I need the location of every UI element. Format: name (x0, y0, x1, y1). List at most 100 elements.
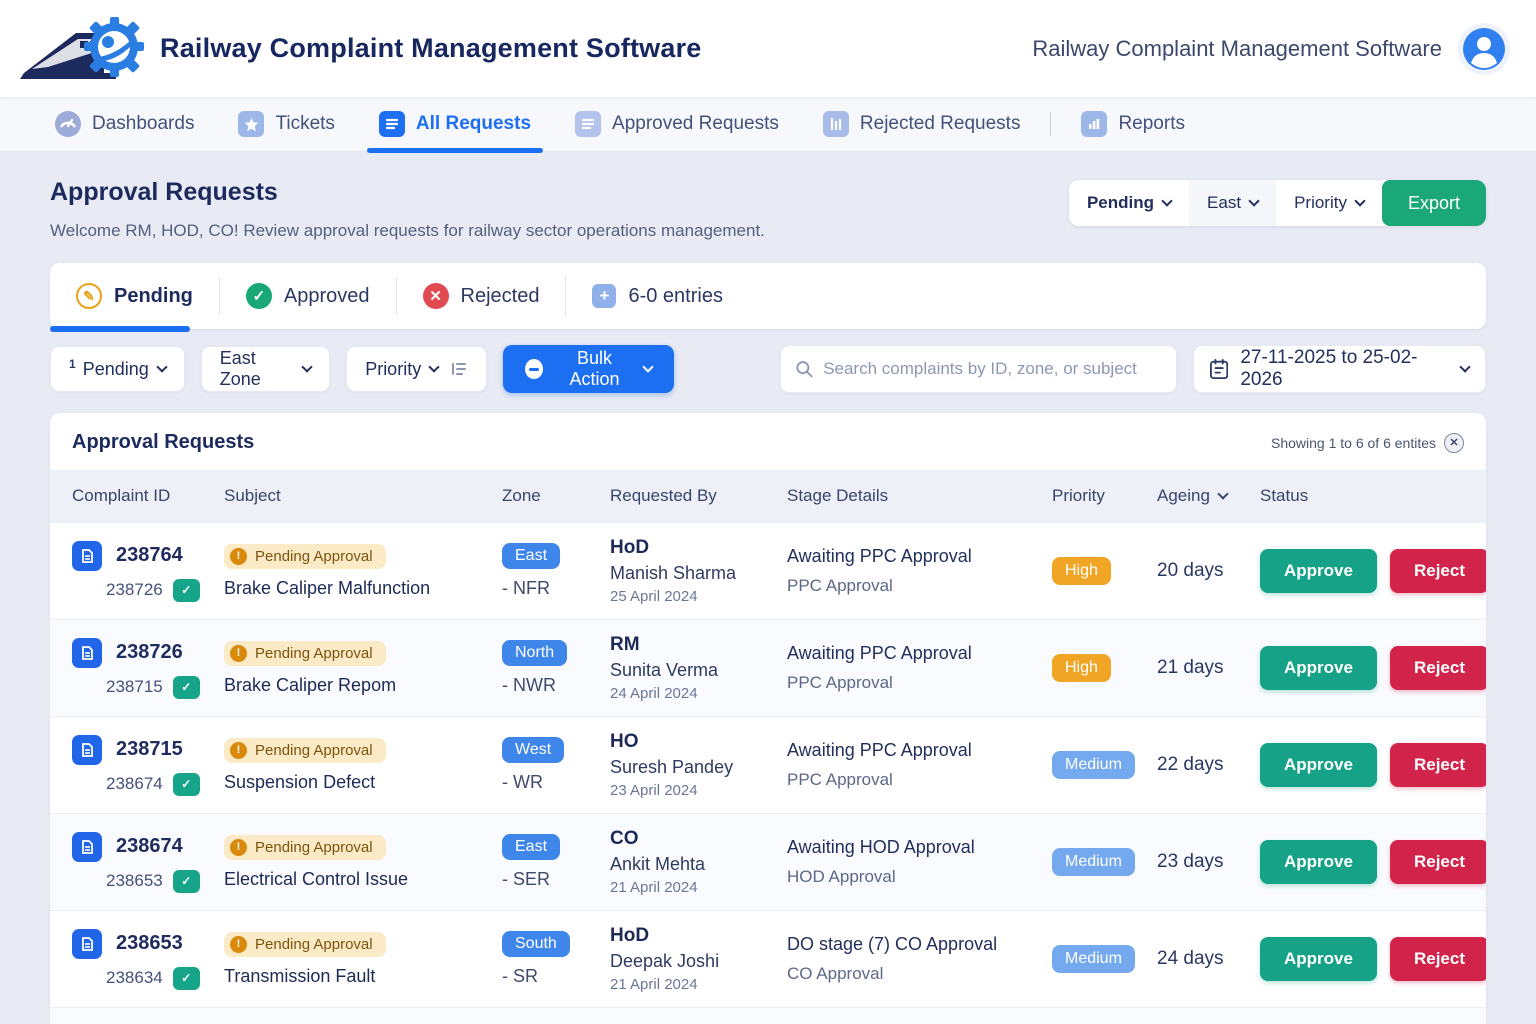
nav-item-approved-requests[interactable]: Approved Requests (575, 97, 779, 151)
table-row: 238653 238634 ✓ ! Pending Approval Trans… (50, 910, 1486, 1007)
chevron-down-icon (156, 361, 167, 372)
double-check-icon: ✓ (173, 967, 200, 990)
document-icon (72, 735, 102, 765)
chevron-down-icon (1459, 361, 1470, 372)
stage-details-cell: Awaiting PPC Approval PPC Approval (787, 643, 1052, 693)
nav-item-dashboards[interactable]: Dashboards (55, 97, 194, 151)
requester-role: HoD (610, 925, 787, 947)
zone-badge: East (502, 834, 560, 860)
requester-name: Ankit Mehta (610, 854, 787, 875)
tab-label: Pending (114, 285, 193, 308)
nav-item-tickets[interactable]: Tickets (238, 97, 334, 151)
requested-by-cell: CO Ankit Mehta 21 April 2024 (610, 828, 787, 896)
subject-cell: ! Pending Approval Brake Caliper Malfunc… (224, 544, 502, 599)
quick-filter-zone[interactable]: East (1189, 180, 1276, 226)
tab-divider (219, 277, 220, 315)
pending-approval-badge: ! Pending Approval (224, 641, 386, 666)
badge-label: Pending Approval (255, 645, 373, 662)
approve-button[interactable]: Approve (1260, 646, 1377, 690)
nav-item-all-requests[interactable]: All Requests (379, 97, 531, 151)
tab-rejected[interactable]: ✕ Rejected (423, 283, 540, 309)
approve-button[interactable]: Approve (1260, 549, 1377, 593)
double-check-icon: ✓ (173, 676, 200, 699)
approve-button[interactable]: Approve (1260, 937, 1377, 981)
reject-button[interactable]: Reject (1390, 937, 1486, 981)
tab-label: Rejected (461, 285, 540, 308)
stage-details-cell: DO stage (7) CO Approval CO Approval (787, 934, 1052, 984)
status-cell: Approve Reject (1260, 840, 1486, 884)
quick-filter-status[interactable]: Pending (1069, 180, 1189, 226)
reject-button[interactable]: Reject (1390, 549, 1486, 593)
entries-label: 6-0 entries (628, 285, 723, 308)
approval-requests-table: Approval Requests Showing 1 to 6 of 6 en… (50, 413, 1486, 1024)
approve-button[interactable]: Approve (1260, 743, 1377, 787)
complaint-id[interactable]: 238653 (116, 932, 183, 955)
stage-text: Awaiting PPC Approval (787, 546, 1052, 567)
document-icon (72, 638, 102, 668)
pending-approval-badge: ! Pending Approval (224, 738, 386, 763)
stage-subtext: HOD Approval (787, 867, 1052, 887)
requester-role: HoD (610, 537, 787, 559)
tab-pending[interactable]: ✎ Pending (76, 283, 193, 309)
priority-badge: Medium (1052, 751, 1135, 779)
page-subtitle: Welcome RM, HOD, CO! Review approval req… (50, 221, 765, 241)
double-check-icon: ✓ (173, 773, 200, 796)
tab-approved[interactable]: ✓ Approved (246, 283, 370, 309)
ageing-value: 24 days (1157, 948, 1260, 970)
subject-cell: ! Pending Approval Electrical Control Is… (224, 835, 502, 890)
complaint-id[interactable]: 238726 (116, 641, 183, 664)
col-subject: Subject (224, 486, 502, 506)
stage-subtext: CO Approval (787, 964, 1052, 984)
subject-cell: ! Pending Approval Suspension Defect (224, 738, 502, 793)
requester-role: CO (610, 828, 787, 850)
reject-button[interactable]: Reject (1390, 840, 1486, 884)
warning-icon: ! (230, 839, 247, 856)
close-icon[interactable]: ✕ (1444, 433, 1464, 453)
stage-text: Awaiting PPC Approval (787, 643, 1052, 664)
linked-complaint-id[interactable]: 238634 (106, 968, 163, 988)
col-ageing[interactable]: Ageing (1157, 486, 1260, 506)
complaint-id[interactable]: 238674 (116, 835, 183, 858)
pencil-circle-icon: ✎ (76, 283, 102, 309)
complaint-id[interactable]: 238715 (116, 738, 183, 761)
linked-complaint-id[interactable]: 238726 (106, 580, 163, 600)
priority-badge: High (1052, 654, 1111, 682)
reject-button[interactable]: Reject (1390, 743, 1486, 787)
linked-complaint-id[interactable]: 238715 (106, 677, 163, 697)
zone-badge: South (502, 931, 570, 957)
priority-filter-dropdown[interactable]: Priority (346, 346, 487, 392)
table-row: 238726 238715 ✓ ! Pending Approval Brake… (50, 619, 1486, 716)
requested-by-cell: HO Suresh Pandey 23 April 2024 (610, 731, 787, 799)
col-requested-by: Requested By (610, 486, 787, 506)
export-button[interactable]: Export (1382, 180, 1486, 226)
zone-filter-dropdown[interactable]: East Zone (201, 346, 330, 392)
bulk-action-button[interactable]: Bulk Action (503, 345, 674, 393)
quick-filter-priority[interactable]: Priority (1276, 180, 1382, 226)
subject-text: Transmission Fault (224, 966, 502, 987)
filter-toolbar: 1 Pending East Zone Priority Bulk Action (50, 345, 1486, 393)
chevron-down-icon (429, 361, 440, 372)
zone-code: - NWR (502, 675, 610, 696)
linked-complaint-id[interactable]: 238653 (106, 871, 163, 891)
reject-button[interactable]: Reject (1390, 646, 1486, 690)
nav-item-rejected-requests[interactable]: Rejected Requests (823, 97, 1021, 151)
complaint-id[interactable]: 238764 (116, 544, 183, 567)
status-filter-dropdown[interactable]: 1 Pending (50, 346, 185, 392)
account-label: Railway Complaint Management Software (1032, 36, 1442, 62)
zone-code: - WR (502, 772, 610, 793)
priority-badge: Medium (1052, 945, 1135, 973)
date-range-picker[interactable]: 27-11-2025 to 25-02-2026 (1193, 345, 1486, 393)
approve-button[interactable]: Approve (1260, 840, 1377, 884)
search-input[interactable] (823, 359, 1162, 379)
zone-badge: North (502, 640, 567, 666)
user-avatar[interactable] (1458, 23, 1510, 75)
app-title: Railway Complaint Management Software (160, 33, 702, 64)
ageing-value: 21 days (1157, 657, 1260, 679)
minus-circle-icon (525, 359, 543, 379)
linked-complaint-id[interactable]: 238674 (106, 774, 163, 794)
entries-count: + 6-0 entries (592, 284, 723, 308)
date-range-value: 27-11-2025 to 25-02-2026 (1240, 347, 1440, 391)
subject-text: Brake Caliper Malfunction (224, 578, 502, 599)
nav-item-reports[interactable]: Reports (1081, 97, 1185, 151)
nav-label: Tickets (275, 113, 334, 135)
